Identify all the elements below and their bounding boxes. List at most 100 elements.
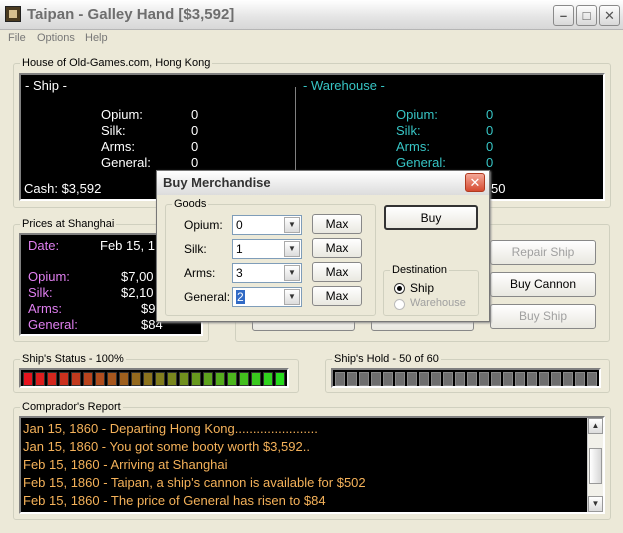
status-segment: [83, 372, 93, 386]
buy-ship-button[interactable]: Buy Ship: [490, 304, 596, 329]
hold-bar: [331, 368, 601, 388]
hold-segment: [503, 372, 513, 386]
report-label: Comprador's Report: [20, 401, 123, 413]
hold-segment: [383, 372, 393, 386]
status-segment: [107, 372, 117, 386]
status-segment: [215, 372, 225, 386]
report-line: Jan 15, 1860 - You got some booty worth …: [23, 439, 310, 454]
title-bar: Taipan - Galley Hand [$3,592] – □ ✕: [0, 0, 623, 30]
silk-max-button[interactable]: Max: [312, 238, 362, 258]
app-icon: [5, 6, 21, 22]
price-arms-label: Arms:: [28, 301, 62, 316]
hold-segment: [431, 372, 441, 386]
hold-segment: [455, 372, 465, 386]
status-segment: [95, 372, 105, 386]
hold-segment: [575, 372, 585, 386]
menu-help[interactable]: Help: [85, 32, 108, 44]
scroll-up-icon[interactable]: ▲: [588, 418, 603, 434]
minimize-button[interactable]: –: [553, 5, 574, 26]
warehouse-heading: - Warehouse -: [303, 78, 385, 93]
menu-options[interactable]: Options: [37, 32, 75, 44]
window-title: Taipan - Galley Hand [$3,592]: [27, 6, 235, 23]
ship-general-value: 0: [191, 155, 199, 170]
opium-label: Opium:: [184, 218, 223, 232]
status-label: Ship's Status - 100%: [20, 353, 126, 365]
hold-segment: [467, 372, 477, 386]
repair-ship-button[interactable]: Repair Ship: [490, 240, 596, 265]
scroll-down-icon[interactable]: ▼: [588, 496, 603, 512]
general-quantity-combo[interactable]: 2 ▼: [232, 287, 302, 307]
silk-quantity-combo[interactable]: 1 ▼: [232, 239, 302, 259]
dialog-title-bar: Buy Merchandise ✕: [157, 171, 489, 195]
wh-arms-value: 0: [486, 139, 494, 154]
buy-cannon-button[interactable]: Buy Cannon: [490, 272, 596, 297]
status-segment: [131, 372, 141, 386]
silk-quantity-value: 1: [236, 242, 243, 256]
wh-silk-value: 0: [486, 123, 494, 138]
wh-opium-value: 0: [486, 107, 494, 122]
price-general-label: General:: [28, 317, 78, 332]
chevron-down-icon[interactable]: ▼: [284, 289, 300, 305]
report-line: Feb 15, 1860 - Arriving at Shanghai: [23, 457, 228, 472]
opium-quantity-combo[interactable]: 0 ▼: [232, 215, 302, 235]
hold-segment: [359, 372, 369, 386]
hold-segment: [419, 372, 429, 386]
ship-heading: - Ship -: [25, 78, 67, 93]
status-segment: [251, 372, 261, 386]
ship-silk-label: Silk:: [101, 123, 126, 138]
status-segment: [23, 372, 33, 386]
general-label: General:: [184, 290, 231, 304]
hold-segment: [563, 372, 573, 386]
status-segment: [167, 372, 177, 386]
scroll-thumb[interactable]: [589, 448, 602, 484]
buy-merchandise-dialog: Buy Merchandise ✕ Goods Opium: 0 ▼ Max S…: [156, 170, 490, 322]
arms-label: Arms:: [184, 266, 216, 280]
general-max-button[interactable]: Max: [312, 286, 362, 306]
hold-segment: [551, 372, 561, 386]
status-segment: [191, 372, 201, 386]
chevron-down-icon[interactable]: ▼: [284, 217, 300, 233]
price-arms-value: $9: [141, 301, 156, 316]
status-segment: [59, 372, 69, 386]
arms-quantity-value: 3: [236, 266, 243, 280]
menu-bar: File Options Help: [0, 30, 623, 48]
hold-segment: [479, 372, 489, 386]
ship-silk-value: 0: [191, 123, 199, 138]
status-segment: [203, 372, 213, 386]
dialog-close-button[interactable]: ✕: [465, 173, 485, 192]
hold-segment: [527, 372, 537, 386]
wh-opium-label: Opium:: [396, 107, 438, 122]
chevron-down-icon[interactable]: ▼: [284, 265, 300, 281]
status-segment: [119, 372, 129, 386]
hold-segment: [407, 372, 417, 386]
report-scrollbar[interactable]: ▲ ▼: [587, 418, 603, 512]
date-label: Date:: [28, 238, 60, 253]
report-line: Feb 15, 1860 - Taipan, a ship's cannon i…: [23, 475, 366, 490]
report-line: Jan 15, 1860 - Departing Hong Kong......…: [23, 421, 318, 436]
dest-ship-radio[interactable]: [394, 283, 405, 294]
maximize-button[interactable]: □: [576, 5, 597, 26]
arms-quantity-combo[interactable]: 3 ▼: [232, 263, 302, 283]
chevron-down-icon[interactable]: ▼: [284, 241, 300, 257]
opium-max-button[interactable]: Max: [312, 214, 362, 234]
opium-quantity-value: 0: [236, 218, 243, 232]
status-segment: [275, 372, 285, 386]
ship-general-label: General:: [101, 155, 151, 170]
wh-arms-label: Arms:: [396, 139, 430, 154]
status-segment: [263, 372, 273, 386]
arms-max-button[interactable]: Max: [312, 262, 362, 282]
date-value: Feb 15, 1: [100, 238, 155, 253]
report-line: Feb 15, 1860 - The price of General has …: [23, 493, 326, 508]
close-button[interactable]: ✕: [599, 5, 620, 26]
status-segment: [239, 372, 249, 386]
dest-warehouse-radio[interactable]: [394, 299, 405, 310]
hold-segment: [371, 372, 381, 386]
ship-opium-value: 0: [191, 107, 199, 122]
hold-label: Ship's Hold - 50 of 60: [332, 353, 441, 365]
buy-button[interactable]: Buy: [384, 205, 478, 230]
dest-warehouse-label: Warehouse: [410, 297, 466, 309]
house-label: House of Old-Games.com, Hong Kong: [20, 57, 213, 69]
status-segment: [35, 372, 45, 386]
menu-file[interactable]: File: [8, 32, 26, 44]
dialog-title: Buy Merchandise: [163, 175, 271, 190]
